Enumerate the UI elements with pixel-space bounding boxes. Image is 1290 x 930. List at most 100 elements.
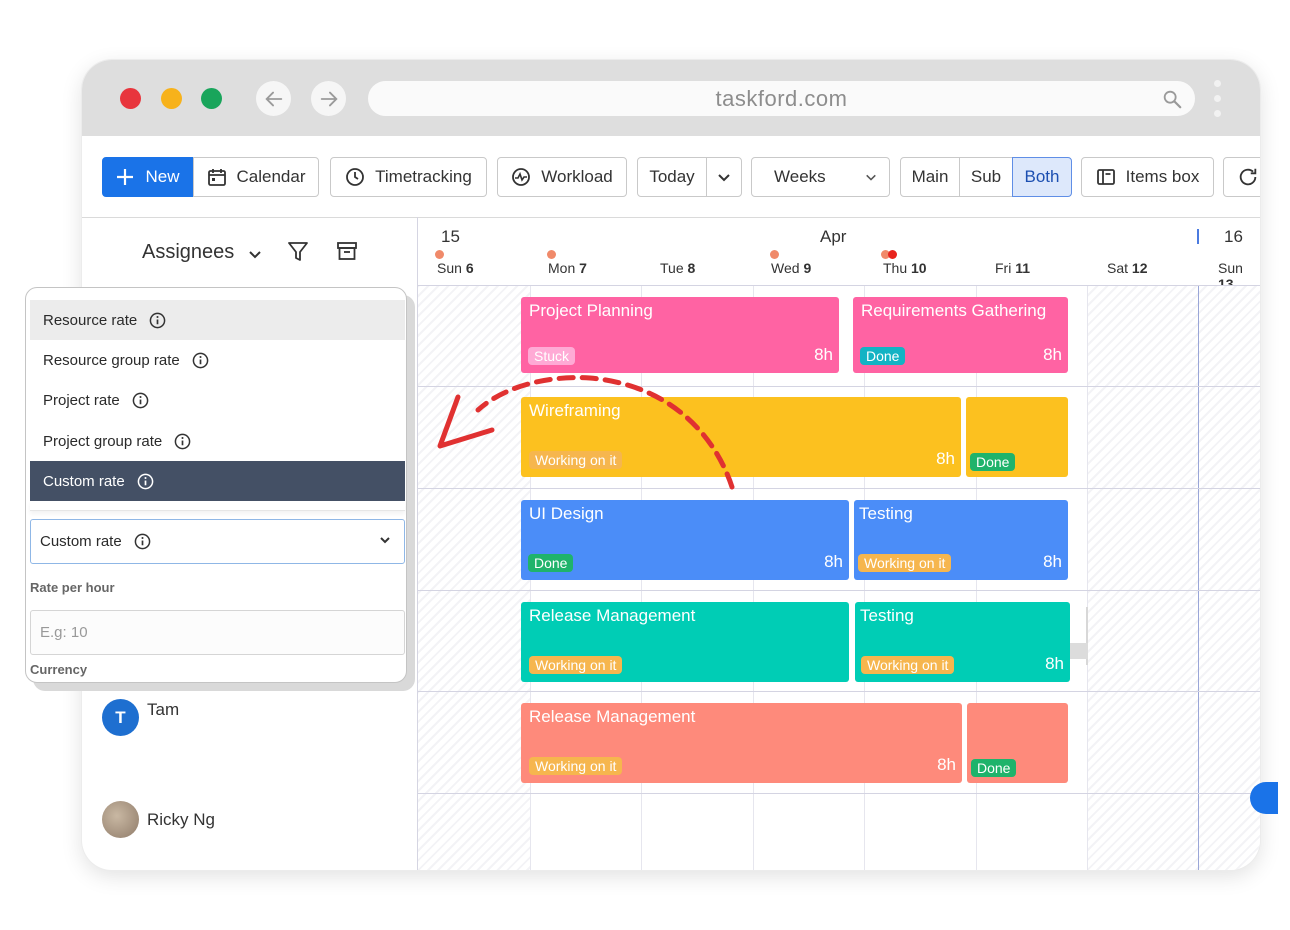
archive-icon[interactable] bbox=[336, 240, 358, 262]
day-dot bbox=[770, 250, 779, 259]
workload-button[interactable]: Workload bbox=[497, 157, 627, 197]
browser-chrome: taskford.com bbox=[82, 60, 1260, 136]
info-icon[interactable] bbox=[192, 352, 209, 369]
new-label: New bbox=[145, 167, 180, 186]
option-project-group-rate[interactable]: Project group rate bbox=[30, 421, 405, 461]
day-header: Tue 8 bbox=[660, 260, 696, 276]
more-menu-icon[interactable] bbox=[1212, 80, 1222, 120]
status-badge[interactable]: Done bbox=[970, 453, 1016, 471]
back-button[interactable] bbox=[256, 81, 291, 116]
today-button[interactable]: Today bbox=[637, 157, 707, 197]
info-icon[interactable] bbox=[174, 433, 191, 450]
task-bar[interactable]: Project Planning Stuck 8h bbox=[521, 297, 839, 373]
close-window-icon[interactable] bbox=[120, 88, 141, 109]
selected-rate-type: Custom rate bbox=[40, 533, 122, 550]
main-label: Main bbox=[911, 167, 949, 186]
day-dot bbox=[435, 250, 444, 259]
task-bar[interactable]: Testing Working on it 8h bbox=[855, 602, 1070, 682]
task-bar[interactable]: Release Management Working on it bbox=[521, 602, 849, 682]
task-hours: 8h bbox=[814, 345, 833, 364]
divider bbox=[30, 501, 405, 511]
row-divider bbox=[418, 590, 1260, 591]
status-badge[interactable]: Done bbox=[528, 554, 574, 572]
info-icon[interactable] bbox=[132, 392, 149, 409]
workload-label: Workload bbox=[541, 167, 613, 186]
option-resource-rate[interactable]: Resource rate bbox=[30, 300, 405, 340]
day-dot bbox=[888, 250, 897, 259]
maximize-window-icon[interactable] bbox=[201, 88, 222, 109]
main-toggle[interactable]: Main bbox=[900, 157, 960, 197]
week-number: 15 bbox=[441, 227, 460, 246]
option-project-rate[interactable]: Project rate bbox=[30, 380, 405, 420]
minimize-window-icon[interactable] bbox=[161, 88, 182, 109]
items-box-label: Items box bbox=[1125, 167, 1200, 186]
row-divider bbox=[418, 691, 1260, 692]
pulse-icon bbox=[512, 168, 531, 186]
weeks-select[interactable]: Weeks bbox=[751, 157, 890, 197]
today-label: Today bbox=[649, 167, 695, 186]
task-bar[interactable]: Done bbox=[967, 703, 1068, 783]
option-custom-rate[interactable]: Custom rate bbox=[30, 461, 405, 501]
calendar-label: Calendar bbox=[236, 167, 306, 186]
day-dot bbox=[547, 250, 556, 259]
floating-action-button[interactable] bbox=[1250, 782, 1278, 814]
task-bar[interactable]: Release Management Working on it 8h bbox=[521, 703, 962, 783]
task-bar[interactable]: Testing Working on it 8h bbox=[854, 500, 1068, 580]
row-divider bbox=[418, 285, 1260, 286]
both-toggle[interactable]: Both bbox=[1012, 157, 1072, 197]
assignee-row[interactable]: Ricky Ng bbox=[102, 801, 215, 838]
calendar-button[interactable]: Calendar bbox=[193, 157, 319, 197]
both-label: Both bbox=[1024, 167, 1060, 186]
calendar-icon bbox=[207, 169, 226, 186]
rate-per-hour-input[interactable]: E.g: 10 bbox=[30, 610, 405, 655]
info-icon[interactable] bbox=[149, 312, 166, 329]
info-icon[interactable] bbox=[137, 473, 154, 490]
search-icon bbox=[1163, 90, 1182, 109]
toolbar: New Calendar Timetracking Workload Today… bbox=[102, 157, 1260, 197]
status-badge[interactable]: Working on it bbox=[529, 656, 623, 674]
timetracking-label: Timetracking bbox=[375, 167, 472, 186]
address-bar[interactable]: taskford.com bbox=[368, 81, 1195, 116]
chevron-down-icon bbox=[380, 537, 390, 544]
status-badge[interactable]: Done bbox=[971, 759, 1017, 777]
task-bar[interactable]: UI Design Done 8h bbox=[521, 500, 849, 580]
currency-label: Currency bbox=[30, 662, 88, 677]
today-dropdown-button[interactable] bbox=[706, 157, 742, 197]
forward-button[interactable] bbox=[311, 81, 346, 116]
items-box-button[interactable]: Items box bbox=[1081, 157, 1214, 197]
assignees-label: Assignees bbox=[142, 241, 235, 263]
task-bar[interactable]: Done bbox=[966, 397, 1068, 477]
status-badge[interactable]: Working on it bbox=[858, 554, 952, 572]
url-text: taskford.com bbox=[715, 85, 848, 111]
task-name: Release Management bbox=[529, 707, 696, 726]
info-icon[interactable] bbox=[134, 533, 151, 550]
task-name: UI Design bbox=[529, 504, 604, 523]
rate-type-select[interactable]: Custom rate bbox=[30, 519, 405, 564]
sub-label: Sub bbox=[970, 167, 1002, 186]
status-badge[interactable]: Working on it bbox=[529, 757, 623, 775]
day-header: Sun 6 bbox=[437, 260, 474, 276]
avatar bbox=[102, 801, 139, 838]
timetracking-button[interactable]: Timetracking bbox=[330, 157, 487, 197]
month-label: Apr bbox=[820, 227, 847, 246]
weekend-shading bbox=[1087, 285, 1260, 870]
assignee-row[interactable]: T Tam bbox=[102, 699, 179, 736]
new-button[interactable]: New bbox=[102, 157, 193, 197]
filter-icon[interactable] bbox=[287, 240, 309, 264]
task-hours: 8h bbox=[937, 755, 956, 774]
chevron-down-icon[interactable] bbox=[248, 247, 262, 261]
task-name: Project Planning bbox=[529, 301, 653, 320]
scrollbar-handle[interactable] bbox=[1070, 643, 1088, 659]
day-header: Sat 12 bbox=[1107, 260, 1148, 276]
status-badge[interactable]: Done bbox=[860, 347, 906, 365]
timeline-grid: 15 Apr 16 Sun 6 Mon 7 Tue 8 Wed 9 Thu 10… bbox=[417, 217, 1260, 870]
refresh-button[interactable] bbox=[1223, 157, 1260, 197]
status-badge[interactable]: Working on it bbox=[861, 656, 955, 674]
option-resource-group-rate[interactable]: Resource group rate bbox=[30, 340, 405, 380]
sub-toggle[interactable]: Sub bbox=[959, 157, 1013, 197]
plus-icon bbox=[117, 169, 134, 185]
status-badge[interactable]: Stuck bbox=[528, 347, 576, 365]
task-bar[interactable]: Requirements Gathering Done 8h bbox=[853, 297, 1068, 373]
assignee-name: Ricky Ng bbox=[147, 809, 216, 829]
assignees-header: Assignees bbox=[82, 217, 417, 285]
